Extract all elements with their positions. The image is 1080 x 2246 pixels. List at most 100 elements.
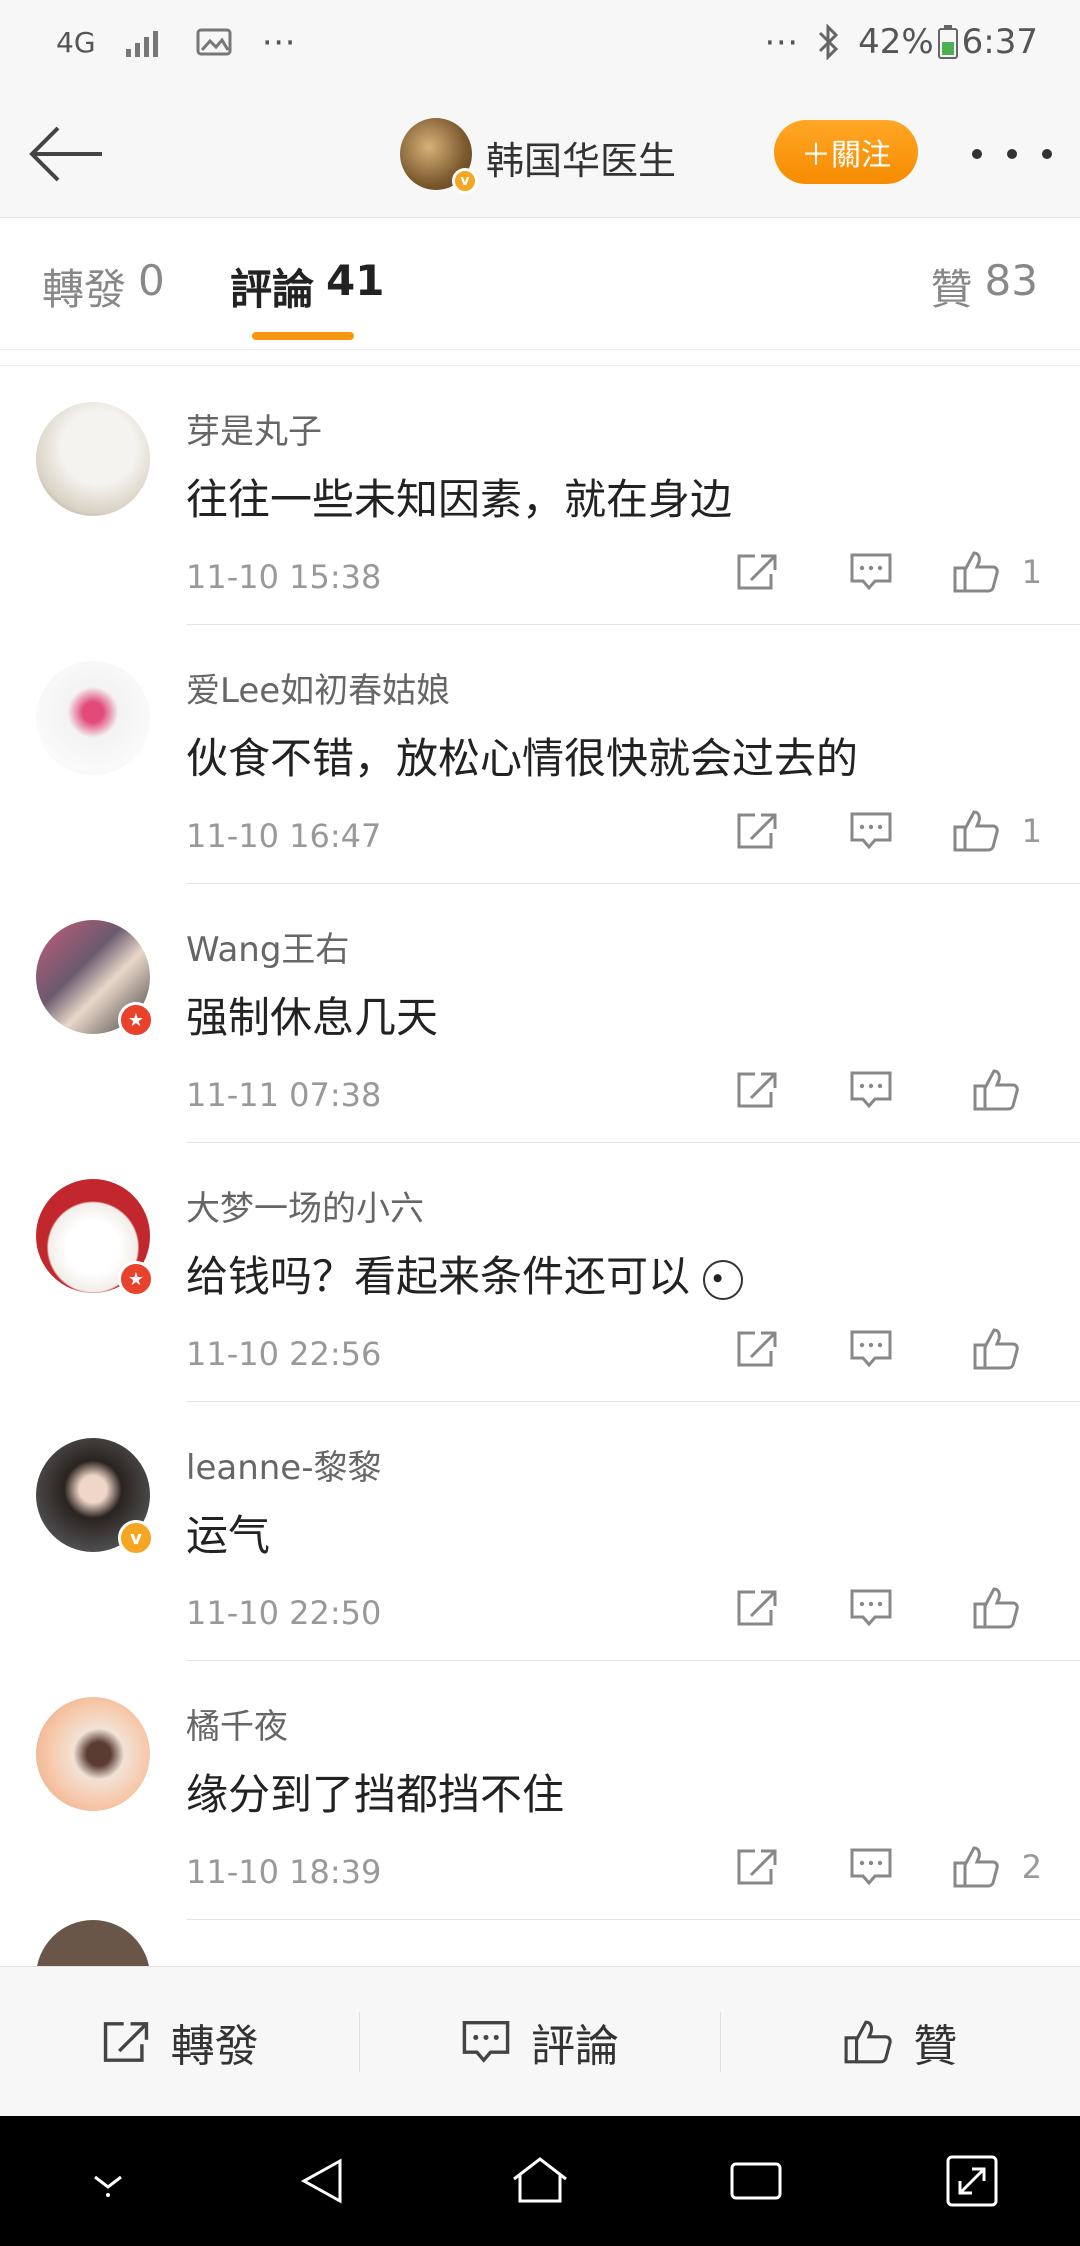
repost-icon xyxy=(103,2021,148,2062)
tab-likes[interactable]: 贊 83 xyxy=(931,256,1038,317)
commenter-avatar[interactable]: ★ xyxy=(36,920,154,1038)
comment-actions xyxy=(700,1578,1042,1638)
commenter-avatar[interactable] xyxy=(36,402,150,516)
back-button[interactable] xyxy=(28,118,104,190)
chevron-down-icon xyxy=(94,2175,122,2197)
status-bar: 4G ⋯ ⋯ 42% 6:37 xyxy=(0,0,1080,90)
comment-label: 評論 xyxy=(530,2020,619,2072)
like-count: 1 xyxy=(1021,553,1042,591)
commenter-name[interactable]: 爱Lee如初春姑娘 xyxy=(186,663,450,712)
home-nav-button[interactable] xyxy=(490,2131,590,2231)
reply-button[interactable] xyxy=(814,801,928,861)
comment-text: 运气 xyxy=(186,1511,271,1560)
recents-nav-button[interactable] xyxy=(706,2131,806,2231)
like-button[interactable] xyxy=(928,1578,1042,1638)
panda-emoji-icon xyxy=(703,1259,744,1300)
commenter-name[interactable]: 橘千夜 xyxy=(186,1699,288,1748)
system-nav-bar xyxy=(0,2116,1080,2246)
follow-button[interactable]: ＋關注 xyxy=(774,120,918,184)
comment-icon xyxy=(850,1848,892,1886)
reply-button[interactable] xyxy=(814,542,928,602)
comment-item[interactable]: 橘千夜 缘分到了挡都挡不住 11-10 18:39 2 xyxy=(0,1661,1080,1920)
repost-button[interactable] xyxy=(700,1060,814,1120)
verified-badge-icon: v xyxy=(118,1520,154,1556)
comment-actions: 2 xyxy=(700,1837,1042,1897)
repost-icon xyxy=(737,1849,777,1885)
commenter-name[interactable]: Wang王右 xyxy=(186,922,349,971)
expand-nav-button[interactable] xyxy=(922,2131,1022,2231)
nav-bar: v 韩国华医生 ＋關注 xyxy=(0,90,1080,218)
repost-button[interactable] xyxy=(700,1837,814,1897)
like-button[interactable]: 1 xyxy=(928,542,1042,602)
comment-bottom-button[interactable]: 評論 xyxy=(360,1967,719,2117)
comment-item-partial[interactable] xyxy=(0,1920,1080,1966)
reply-button[interactable] xyxy=(814,1319,928,1379)
comment-text: 往往一些未知因素，就在身边 xyxy=(186,475,733,524)
tab-reposts[interactable]: 轉發 0 xyxy=(42,256,165,317)
comment-actions xyxy=(700,1060,1042,1120)
hide-keyboard-button[interactable] xyxy=(58,2131,158,2231)
repost-button[interactable] xyxy=(700,1578,814,1638)
reply-button[interactable] xyxy=(814,1837,928,1897)
author-avatar[interactable]: v xyxy=(400,118,478,194)
back-nav-button[interactable] xyxy=(274,2131,374,2231)
battery-icon xyxy=(937,25,958,59)
comment-actions: 1 xyxy=(700,801,1042,861)
reply-button[interactable] xyxy=(814,1060,928,1120)
comment-item[interactable]: 芽是丸子 往往一些未知因素，就在身边 11-10 15:38 1 xyxy=(0,366,1080,625)
commenter-avatar[interactable] xyxy=(36,1920,150,1966)
like-button[interactable]: 1 xyxy=(928,801,1042,861)
repost-bottom-button[interactable]: 轉發 xyxy=(0,1967,359,2117)
comment-icon xyxy=(462,2020,510,2063)
comment-icon xyxy=(850,1589,892,1627)
like-button[interactable] xyxy=(928,1319,1042,1379)
repost-button[interactable] xyxy=(700,801,814,861)
bottom-action-bar: 轉發 評論 贊 xyxy=(0,1966,1080,2116)
comment-item[interactable]: ★ Wang王右 强制休息几天 11-11 07:38 xyxy=(0,884,1080,1143)
commenter-name[interactable]: 芽是丸子 xyxy=(186,404,322,453)
comment-time: 11-10 22:50 xyxy=(186,1594,382,1632)
like-bottom-button[interactable]: 贊 xyxy=(721,1967,1080,2117)
comment-icon xyxy=(850,553,892,591)
tab-count: 83 xyxy=(984,256,1038,305)
comment-time: 11-10 18:39 xyxy=(186,1853,382,1891)
thumbs-up-icon xyxy=(973,1069,1019,1111)
reply-button[interactable] xyxy=(814,1578,928,1638)
like-count: 1 xyxy=(1021,812,1042,850)
like-button[interactable] xyxy=(928,1060,1042,1120)
section-gap xyxy=(0,350,1080,366)
comment-time: 11-10 15:38 xyxy=(186,558,382,596)
comment-item[interactable]: v leanne-黎黎 运气 11-10 22:50 xyxy=(0,1402,1080,1661)
more-status-icon: ⋯ xyxy=(764,22,799,62)
tab-bar: 轉發 0 評論 41 贊 83 xyxy=(0,218,1080,350)
tab-comments[interactable]: 評論 41 xyxy=(230,256,384,317)
comment-actions xyxy=(700,1319,1042,1379)
verified-badge-icon: v xyxy=(452,168,478,194)
comment-icon xyxy=(850,812,892,850)
recents-icon xyxy=(730,2162,782,2200)
comment-item[interactable]: 爱Lee如初春姑娘 伙食不错，放松心情很快就会过去的 11-10 16:47 1 xyxy=(0,625,1080,884)
commenter-name[interactable]: 大梦一场的小六 xyxy=(186,1181,424,1230)
network-type: 4G xyxy=(56,25,96,59)
commenter-avatar[interactable] xyxy=(36,661,150,775)
thumbs-up-icon xyxy=(953,1846,999,1888)
commenter-avatar[interactable]: ★ xyxy=(36,1179,154,1297)
more-options-button[interactable] xyxy=(972,134,1052,174)
comment-text: 强制休息几天 xyxy=(186,993,439,1042)
thumbs-up-icon xyxy=(953,810,999,852)
repost-icon xyxy=(737,1331,777,1367)
expand-icon xyxy=(946,2155,998,2207)
author-name[interactable]: 韩国华医生 xyxy=(486,130,676,185)
commenter-name[interactable]: leanne-黎黎 xyxy=(186,1440,381,1489)
like-button[interactable]: 2 xyxy=(928,1837,1042,1897)
clock: 6:37 xyxy=(961,22,1038,62)
commenter-avatar[interactable]: v xyxy=(36,1438,154,1556)
commenter-avatar[interactable] xyxy=(36,1697,150,1811)
comment-text-content: 给钱吗？看起来条件还可以 xyxy=(186,1252,691,1301)
comment-time: 11-10 16:47 xyxy=(186,817,382,855)
comment-item[interactable]: ★ 大梦一场的小六 给钱吗？看起来条件还可以 11-10 22:56 xyxy=(0,1143,1080,1402)
repost-button[interactable] xyxy=(700,1319,814,1379)
comment-list[interactable]: 芽是丸子 往往一些未知因素，就在身边 11-10 15:38 1 爱Lee如初春… xyxy=(0,366,1080,1966)
repost-button[interactable] xyxy=(700,542,814,602)
tab-label: 贊 xyxy=(930,265,973,314)
